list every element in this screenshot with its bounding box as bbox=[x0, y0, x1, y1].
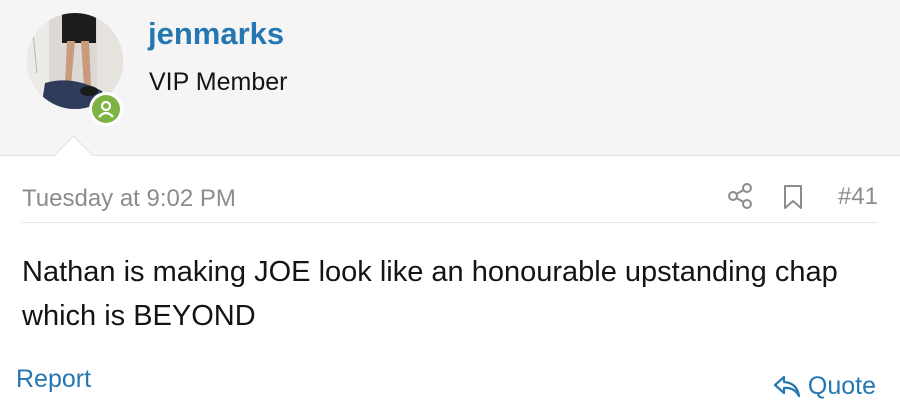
user-icon bbox=[98, 100, 114, 118]
bookmark-icon[interactable] bbox=[782, 184, 804, 215]
online-status-badge bbox=[89, 92, 123, 126]
reply-arrow-icon bbox=[773, 375, 800, 397]
user-header: jenmarks VIP Member bbox=[0, 0, 900, 156]
quote-label: Quote bbox=[807, 372, 876, 400]
post-message: Nathan is making JOE look like an honour… bbox=[22, 256, 838, 332]
quote-button[interactable]: Quote bbox=[772, 372, 876, 401]
post-meta: Tuesday at 9:02 PM #41 bbox=[22, 176, 878, 223]
report-button[interactable]: Report bbox=[16, 365, 91, 394]
forum-post: jenmarks VIP Member Tuesday at 9:02 PM #… bbox=[0, 0, 900, 412]
post-number-link[interactable]: #41 bbox=[838, 183, 878, 211]
share-icon[interactable] bbox=[727, 182, 753, 215]
username-link[interactable]: jenmarks bbox=[148, 16, 284, 52]
post-date[interactable]: Tuesday at 9:02 PM bbox=[22, 185, 236, 213]
user-title: VIP Member bbox=[149, 68, 288, 96]
